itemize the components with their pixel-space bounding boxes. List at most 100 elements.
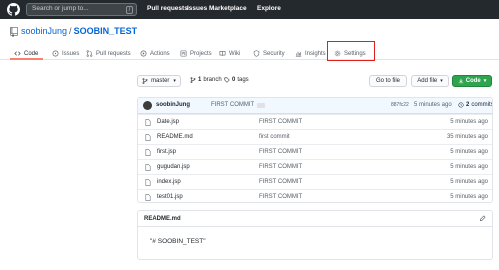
file-commit-time: 5 minutes ago [450, 149, 488, 155]
shield-icon [253, 50, 260, 57]
branch-count: 1 [198, 77, 202, 83]
actions-icon [140, 50, 147, 57]
file-commit-message[interactable]: FIRST COMMIT [259, 194, 302, 200]
file-row: Date.jsp FIRST COMMIT 5 minutes ago [138, 114, 492, 129]
file-row: README.md first commit 35 minutes ago [138, 129, 492, 144]
file-icon [145, 164, 151, 171]
tab-insights-label: Insights [305, 50, 326, 57]
add-file-button[interactable]: Add file ▾ [411, 75, 449, 87]
tab-wiki[interactable]: Wiki [219, 47, 240, 60]
file-name-link[interactable]: README.md [157, 134, 193, 140]
download-icon [458, 78, 463, 84]
nav-explore[interactable]: Explore [257, 5, 281, 12]
pencil-icon[interactable] [479, 215, 486, 222]
book-icon [219, 51, 226, 56]
tag-count: 0 [232, 77, 236, 83]
file-name-link[interactable]: first.jsp [157, 149, 176, 155]
tab-wiki-label: Wiki [229, 50, 241, 57]
code-button-label: Code [465, 78, 481, 84]
issue-icon [52, 50, 59, 57]
commit-count: 2 [466, 102, 470, 108]
file-icon [145, 149, 151, 156]
latest-commit-bar: soobinJung FIRST COMMIT 887fc22 5 minute… [138, 98, 493, 114]
branch-select-button[interactable]: master ▾ [137, 75, 181, 87]
pull-request-icon [86, 50, 93, 57]
settings-highlight-box [327, 41, 375, 61]
tag-count-label: tags [237, 77, 249, 83]
file-row: index.jsp FIRST COMMIT 5 minutes ago [138, 174, 492, 189]
commit-hash[interactable]: 887fc22 [391, 102, 409, 108]
file-commit-time: 5 minutes ago [450, 164, 488, 170]
file-icon [145, 179, 151, 186]
file-commit-message[interactable]: FIRST COMMIT [259, 164, 302, 170]
commit-history-link[interactable]: 2 commits [458, 102, 493, 108]
tab-projects[interactable]: Projects [180, 47, 212, 60]
readme-title: README.md [144, 216, 181, 222]
file-commit-message[interactable]: FIRST COMMIT [259, 149, 302, 155]
global-header: Search or jump to... / Pull requests Iss… [0, 0, 499, 19]
file-icon [145, 194, 151, 201]
readme-panel: README.md "# SOOBIN_TEST" [137, 210, 493, 260]
branches-link[interactable]: 1 branch [190, 77, 222, 83]
file-name-link[interactable]: Date.jsp [157, 119, 179, 125]
commit-time: 5 minutes ago [414, 102, 452, 108]
readme-content: "# SOOBIN_TEST" [150, 238, 206, 245]
repo-title: soobinJung / SOOBIN_TEST [21, 26, 137, 36]
tab-pull-requests-label: Pull requests [96, 50, 131, 57]
tags-link[interactable]: 0 tags [224, 77, 249, 83]
file-row: gugudan.jsp FIRST COMMIT 5 minutes ago [138, 159, 492, 174]
repo-name-link[interactable]: SOOBIN_TEST [74, 26, 138, 36]
active-tab-indicator [10, 58, 43, 60]
chevron-down-icon: ▾ [440, 78, 443, 84]
tab-actions[interactable]: Actions [140, 47, 170, 60]
nav-pull-requests[interactable]: Pull requests [147, 5, 188, 12]
commit-count-label: commits [471, 102, 493, 108]
search-input[interactable]: Search or jump to... / [26, 3, 137, 16]
tab-code-label: Code [24, 50, 39, 57]
repo-owner-link[interactable]: soobinJung [21, 26, 67, 36]
chevron-down-icon: ▾ [173, 78, 176, 84]
file-commit-message[interactable]: FIRST COMMIT [259, 119, 302, 125]
file-browser: soobinJung FIRST COMMIT 887fc22 5 minute… [137, 97, 493, 203]
tab-issues-label: Issues [62, 50, 80, 57]
add-file-label: Add file [417, 78, 438, 84]
commit-message[interactable]: FIRST COMMIT [211, 102, 254, 108]
file-row: first.jsp FIRST COMMIT 5 minutes ago [138, 144, 492, 159]
file-icon [145, 119, 151, 126]
search-placeholder: Search or jump to... [32, 5, 89, 12]
go-to-file-button[interactable]: Go to file [369, 75, 407, 87]
graph-icon [295, 51, 302, 57]
github-mark-icon[interactable] [7, 3, 20, 16]
tab-insights[interactable]: Insights [295, 47, 326, 60]
file-row: test01.jsp FIRST COMMIT 5 minutes ago [138, 189, 492, 202]
tag-icon [224, 77, 230, 83]
commit-author[interactable]: soobinJung [156, 102, 190, 108]
file-name-link[interactable]: test01.jsp [157, 194, 183, 200]
file-commit-message[interactable]: FIRST COMMIT [259, 179, 302, 185]
branch-icon [142, 78, 148, 84]
file-name-link[interactable]: gugudan.jsp [157, 164, 190, 170]
tab-actions-label: Actions [150, 50, 170, 57]
avatar[interactable] [143, 101, 152, 110]
tab-pull-requests[interactable]: Pull requests [86, 47, 131, 60]
nav-marketplace[interactable]: Marketplace [209, 5, 247, 12]
branch-icon [190, 77, 196, 83]
nav-issues[interactable]: Issues [187, 5, 207, 12]
file-name-link[interactable]: index.jsp [157, 179, 181, 185]
branch-count-label: branch [203, 77, 222, 83]
repo-separator: / [69, 26, 72, 36]
tab-projects-label: Projects [190, 50, 212, 57]
file-commit-message[interactable]: first commit [259, 134, 290, 140]
tab-security-label: Security [263, 50, 285, 57]
history-icon [458, 102, 464, 108]
commit-expand-button[interactable] [257, 103, 265, 108]
tab-security[interactable]: Security [253, 47, 285, 60]
chevron-down-icon: ▾ [483, 78, 487, 84]
tab-issues[interactable]: Issues [52, 47, 79, 60]
code-download-button[interactable]: Code ▾ [452, 75, 492, 87]
code-icon [14, 51, 21, 56]
readme-header: README.md [138, 211, 492, 227]
file-icon [145, 134, 151, 141]
file-commit-time: 5 minutes ago [450, 194, 488, 200]
file-commit-time: 35 minutes ago [446, 134, 488, 140]
